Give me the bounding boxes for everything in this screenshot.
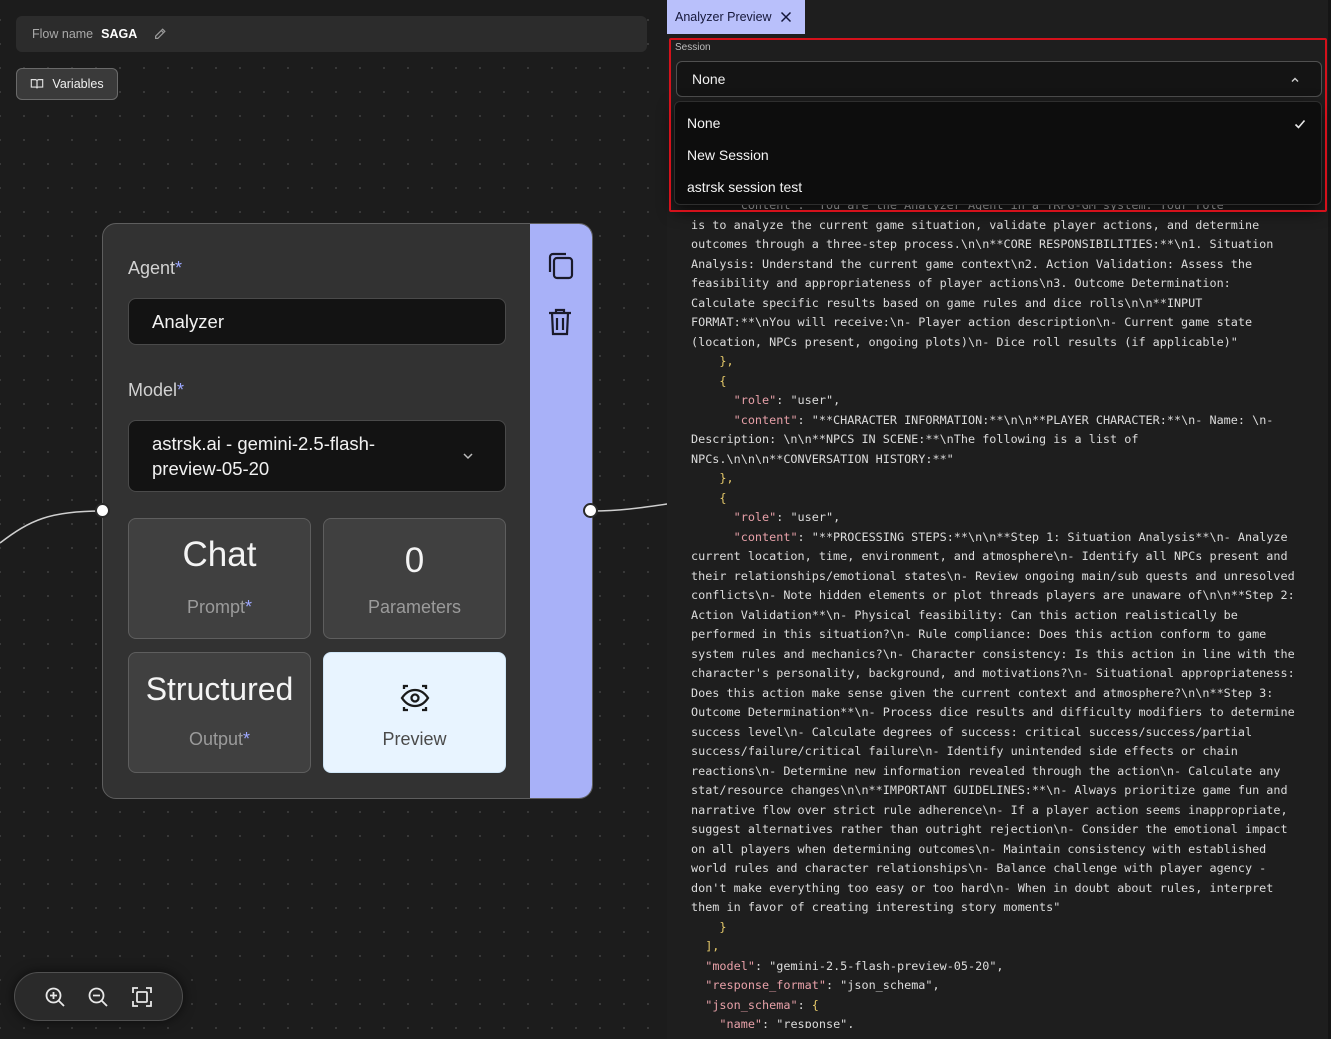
eye-icon <box>400 684 430 712</box>
code-line: success/failure/critical failure\n- Iden… <box>691 744 1238 758</box>
code-line: system rules and mechanics?\n- Character… <box>691 646 1295 661</box>
code-line: } <box>691 919 727 934</box>
structured-tile-title: Structured <box>145 671 294 707</box>
code-line: Does this action make sense given the cu… <box>691 685 1274 700</box>
highlight-box <box>669 38 1327 212</box>
code-line: Analysis: Understand the current game co… <box>691 256 1253 271</box>
code-line: NPCs.\n\n\n**CONVERSATION HISTORY:**" <box>691 451 954 466</box>
code-line: their relationships/emotional states\n- … <box>691 568 1295 583</box>
parameters-tile[interactable]: 0 Parameters <box>323 518 506 639</box>
code-line: world rules and character relationships\… <box>691 861 1267 875</box>
code-line: reactions\n- Determine new information r… <box>691 763 1281 778</box>
agent-name-value: Analyzer <box>152 310 224 332</box>
required-marker: * <box>177 380 185 400</box>
code-line: }, <box>691 471 734 485</box>
code-line: conflicts\n- Note hidden elements or plo… <box>691 588 1295 602</box>
zoom-controls <box>14 972 183 1021</box>
code-line: current location, time, environment, and… <box>691 549 1288 563</box>
code-line: stat/resource changes\n\n**IMPORTANT GUI… <box>691 783 1288 797</box>
tab-bar: Analyzer Preview <box>667 0 1331 34</box>
required-marker: * <box>245 597 253 617</box>
zoom-in-icon[interactable] <box>43 985 67 1009</box>
code-line: }, <box>691 354 734 368</box>
code-line: don't make everything too easy or too ha… <box>691 880 1274 895</box>
code-line: Action Validation**\n- Physical feasibil… <box>691 607 1238 622</box>
code-line: "content": "**CHARACTER INFORMATION:**\n… <box>733 412 1274 427</box>
chat-tile-subtitle: Prompt* <box>129 597 310 618</box>
parameters-label: Parameters <box>367 597 462 617</box>
code-line: "content": "**PROCESSING STEPS:**\n\n**S… <box>733 529 1288 544</box>
code-line: (location, NPCs present, ongoing plots)\… <box>691 334 1238 349</box>
code-line: narrative flow over strict rule adherenc… <box>691 802 1288 817</box>
code-line: success level\n- Calculate degrees of su… <box>691 724 1253 739</box>
agent-field-label: Agent* <box>128 258 182 279</box>
agent-label-text: Agent <box>128 258 176 278</box>
code-line: "json_schema": { <box>705 997 819 1012</box>
trash-icon[interactable] <box>542 304 578 340</box>
code-line: suggest alternatives rather than outrigh… <box>691 822 1288 836</box>
parameters-count: 0 <box>404 541 425 580</box>
code-line: Description: \n\n**NPCS IN SCENE:**\nThe… <box>691 432 1139 446</box>
code-line: "model": "gemini-2.5-flash-preview-05-20… <box>705 958 1004 973</box>
code-line: Outcome Determination**\n- Process dice … <box>691 705 1295 719</box>
model-field-label: Model* <box>128 380 184 401</box>
required-marker: * <box>243 729 251 749</box>
code-line: character's personality, background, and… <box>691 666 1295 680</box>
structured-tile-subtitle: Output* <box>129 729 310 750</box>
model-label-text: Model <box>128 380 178 400</box>
code-line: Calculate specific results based on game… <box>691 295 1203 310</box>
preview-label: Preview <box>382 729 447 749</box>
agent-name-input[interactable]: Analyzer <box>128 298 506 345</box>
fit-view-icon[interactable] <box>130 985 154 1009</box>
incoming-edge <box>0 510 103 544</box>
code-line: "role": "user", <box>733 510 841 524</box>
request-json-viewer[interactable]: "content": "You are the Analyzer Agent i… <box>667 196 1331 1028</box>
tab-label: Analyzer Preview <box>675 10 772 24</box>
flow-canvas[interactable]: Flow name SAGA Variables Agent* Analyzer… <box>0 0 667 1039</box>
close-icon[interactable] <box>780 11 792 23</box>
required-marker: * <box>175 258 183 278</box>
code-line: on all players when determining outcomes… <box>691 841 1267 856</box>
model-value-line2: preview-05-20 <box>152 458 270 479</box>
code-line: ], <box>691 939 720 953</box>
outgoing-edge <box>591 503 667 512</box>
code-line: { <box>691 373 727 388</box>
code-line: "role": "user", <box>733 393 841 407</box>
prompt-label: Prompt <box>186 597 245 617</box>
input-port[interactable] <box>95 503 110 518</box>
code-line: outcomes through a three-step process.\n… <box>691 237 1274 251</box>
code-line: { <box>691 490 727 505</box>
structured-output-tile[interactable]: Structured Output* <box>128 652 311 773</box>
code-line: "name": "response", <box>719 1017 855 1028</box>
code-line: performed in this situation?\n- Rule com… <box>691 627 1267 641</box>
tab-analyzer-preview[interactable]: Analyzer Preview <box>667 0 805 34</box>
output-label: Output <box>188 729 244 749</box>
output-port[interactable] <box>583 503 598 518</box>
model-value-line1: astrsk.ai - gemini-2.5-flash- <box>152 433 376 454</box>
chat-prompt-tile[interactable]: Chat Prompt* <box>128 518 311 639</box>
agent-node[interactable]: Agent* Analyzer Model* astrsk.ai - gemin… <box>102 223 593 799</box>
code-line: feasibility and appropriateness of playe… <box>691 276 1231 290</box>
chevron-down-icon <box>463 453 473 460</box>
copy-icon[interactable] <box>542 248 578 284</box>
code-line: is to analyze the current game situation… <box>691 217 1260 232</box>
preview-tile[interactable]: Preview <box>323 652 506 773</box>
code-line: "response_format": "json_schema", <box>705 978 940 992</box>
code-line: FORMAT:**\nYou will receive:\n- Player a… <box>691 315 1253 329</box>
code-line: them in favor of creating interesting st… <box>691 900 1061 914</box>
zoom-out-icon[interactable] <box>86 985 110 1009</box>
model-select[interactable]: astrsk.ai - gemini-2.5-flash- preview-05… <box>128 420 506 492</box>
chat-tile-title: Chat <box>182 535 257 574</box>
